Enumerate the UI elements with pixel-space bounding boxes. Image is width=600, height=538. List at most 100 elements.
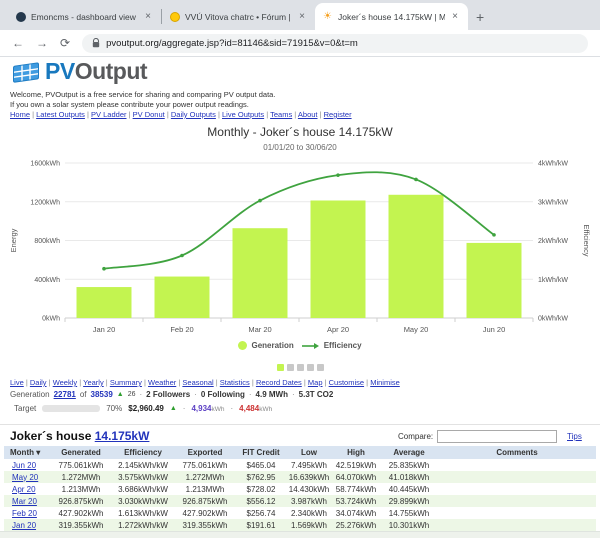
site-nav: Home | Latest Outputs | PV Ladder | PV D… (10, 110, 352, 119)
nav-link-daily-outputs[interactable]: Daily Outputs (171, 110, 216, 119)
left-axis-tick: 1200kWh (30, 199, 60, 206)
view-link-yearly[interactable]: Yearly (83, 378, 104, 387)
pager-dot-5[interactable] (317, 364, 324, 371)
new-tab-button[interactable]: + (476, 9, 484, 25)
legend-efficiency[interactable]: Efficiency (302, 341, 362, 350)
kwh-generated-total: 4,934kWh (191, 404, 224, 413)
tab-pvoutput-active[interactable]: ☀ Joker´s house 14.175kW | Monthl × (315, 3, 468, 30)
compare-input[interactable] (437, 430, 557, 443)
legend-efficiency-label: Efficiency (324, 341, 362, 350)
month-link-mar-20[interactable]: Mar 20 (12, 497, 37, 506)
tab-title: Emoncms - dashboard view (31, 12, 138, 22)
pager-dot-1[interactable] (277, 364, 284, 371)
rank-total: 38539 (91, 390, 113, 399)
month-link-may-20[interactable]: May 20 (12, 473, 38, 482)
legend-generation[interactable]: Generation (238, 341, 293, 350)
close-icon[interactable]: × (297, 11, 307, 22)
nav-link-register[interactable]: Register (324, 110, 352, 119)
reload-button[interactable]: ⟳ (60, 37, 70, 49)
left-axis-tick: 800kWh (34, 238, 60, 245)
nav-link-pv-donut[interactable]: PV Donut (133, 110, 165, 119)
right-axis-tick: 2kWh/kW (538, 238, 568, 245)
left-axis-tick: 400kWh (34, 277, 60, 284)
month-cell: May 20 (4, 471, 50, 483)
view-link-summary[interactable]: Summary (110, 378, 142, 387)
close-icon[interactable]: × (450, 11, 460, 22)
pager-dot-3[interactable] (297, 364, 304, 371)
address-bar[interactable]: pvoutput.org/aggregate.jsp?id=81146&sid=… (82, 34, 588, 53)
monthly-output-table: Month ▾GeneratedEfficiencyExportedFIT Cr… (4, 446, 596, 531)
cell-high: 53.724kWh (332, 495, 380, 507)
view-link-weather[interactable]: Weather (148, 378, 176, 387)
generation-stats: Generation 22781 of 38539 ▲26 · 2 Follow… (10, 390, 333, 399)
cell-fit-credit: $465.04 (236, 459, 286, 471)
view-link-minimise[interactable]: Minimise (370, 378, 400, 387)
cell-generated: 427.902kWh (50, 507, 112, 519)
table-row-jun-20: Jun 20775.061kWh2.145kWh/kW775.061kWh$46… (4, 459, 596, 471)
view-link-seasonal[interactable]: Seasonal (182, 378, 213, 387)
smiley-icon (170, 12, 180, 22)
view-link-live[interactable]: Live (10, 378, 24, 387)
bar-feb-20 (155, 277, 210, 318)
rank-link[interactable]: 22781 (54, 390, 76, 399)
dot-separator: · (249, 390, 252, 399)
view-link-daily[interactable]: Daily (30, 378, 47, 387)
kwh-secondary-total: 4,484kWh (239, 404, 272, 413)
pvoutput-logo[interactable]: PVOutput (12, 58, 147, 85)
pager-dot-4[interactable] (307, 364, 314, 371)
lock-icon (92, 38, 100, 48)
cell-high: 58.774kWh (332, 483, 380, 495)
month-cell: Feb 20 (4, 507, 50, 519)
cell-generated: 1.272MWh (50, 471, 112, 483)
forward-button[interactable]: → (36, 37, 48, 49)
efficiency-point-apr-20 (336, 173, 340, 177)
tab-title: Joker´s house 14.175kW | Monthl (338, 12, 445, 22)
nav-link-pv-ladder[interactable]: PV Ladder (91, 110, 126, 119)
pager-dot-2[interactable] (287, 364, 294, 371)
nav-link-live-outputs[interactable]: Live Outputs (222, 110, 264, 119)
cell-comments (438, 495, 596, 507)
tab-forum[interactable]: VVÚ Vitova chatrc • Fórum | MyP × (162, 3, 315, 30)
cell-efficiency: 3.030kWh/kW (112, 495, 174, 507)
month-link-jan-20[interactable]: Jan 20 (12, 521, 36, 530)
cell-average: 10.301kWh (380, 519, 438, 531)
target-label: Target (14, 404, 36, 413)
view-link-map[interactable]: Map (308, 378, 323, 387)
nav-link-about[interactable]: About (298, 110, 318, 119)
cell-fit-credit: $256.74 (236, 507, 286, 519)
close-icon[interactable]: × (143, 11, 153, 22)
system-name: Joker´s house (10, 429, 91, 443)
table-row-apr-20: Apr 201.213MWh3.686kWh/kW1.213MWh$728.02… (4, 483, 596, 495)
column-header-month[interactable]: Month ▾ (4, 446, 50, 459)
view-link-customise[interactable]: Customise (329, 378, 364, 387)
tips-link[interactable]: Tips (567, 432, 582, 441)
month-link-feb-20[interactable]: Feb 20 (12, 509, 37, 518)
following-count: 0 Following (201, 390, 245, 399)
x-axis-label: Apr 20 (327, 325, 349, 334)
left-axis-tick: 0kWh (42, 316, 60, 323)
browser-window: Emoncms - dashboard view × VVÚ Vitova ch… (0, 0, 600, 538)
efficiency-point-jan-20 (102, 267, 106, 271)
view-link-weekly[interactable]: Weekly (53, 378, 77, 387)
month-link-apr-20[interactable]: Apr 20 (12, 485, 36, 494)
nav-link-latest-outputs[interactable]: Latest Outputs (36, 110, 85, 119)
cell-generated: 1.213MWh (50, 483, 112, 495)
cell-exported: 427.902kWh (174, 507, 236, 519)
x-axis-label: Jun 20 (483, 325, 506, 334)
view-link-record-dates[interactable]: Record Dates (256, 378, 302, 387)
back-button[interactable]: ← (12, 37, 24, 49)
cell-exported: 1.213MWh (174, 483, 236, 495)
x-axis-label: Jan 20 (93, 325, 116, 334)
tab-emoncms[interactable]: Emoncms - dashboard view × (8, 3, 161, 30)
chart-date-range: 01/01/20 to 30/06/20 (0, 143, 600, 152)
nav-link-home[interactable]: Home (10, 110, 30, 119)
view-link-statistics[interactable]: Statistics (220, 378, 250, 387)
cell-high: 42.519kWh (332, 459, 380, 471)
cell-fit-credit: $556.12 (236, 495, 286, 507)
month-link-jun-20[interactable]: Jun 20 (12, 461, 36, 470)
cell-efficiency: 3.686kWh/kW (112, 483, 174, 495)
system-size-link[interactable]: 14.175kW (95, 429, 150, 443)
nav-link-teams[interactable]: Teams (270, 110, 292, 119)
logo-pv-text: PV (45, 58, 75, 84)
month-cell: Jan 20 (4, 519, 50, 531)
